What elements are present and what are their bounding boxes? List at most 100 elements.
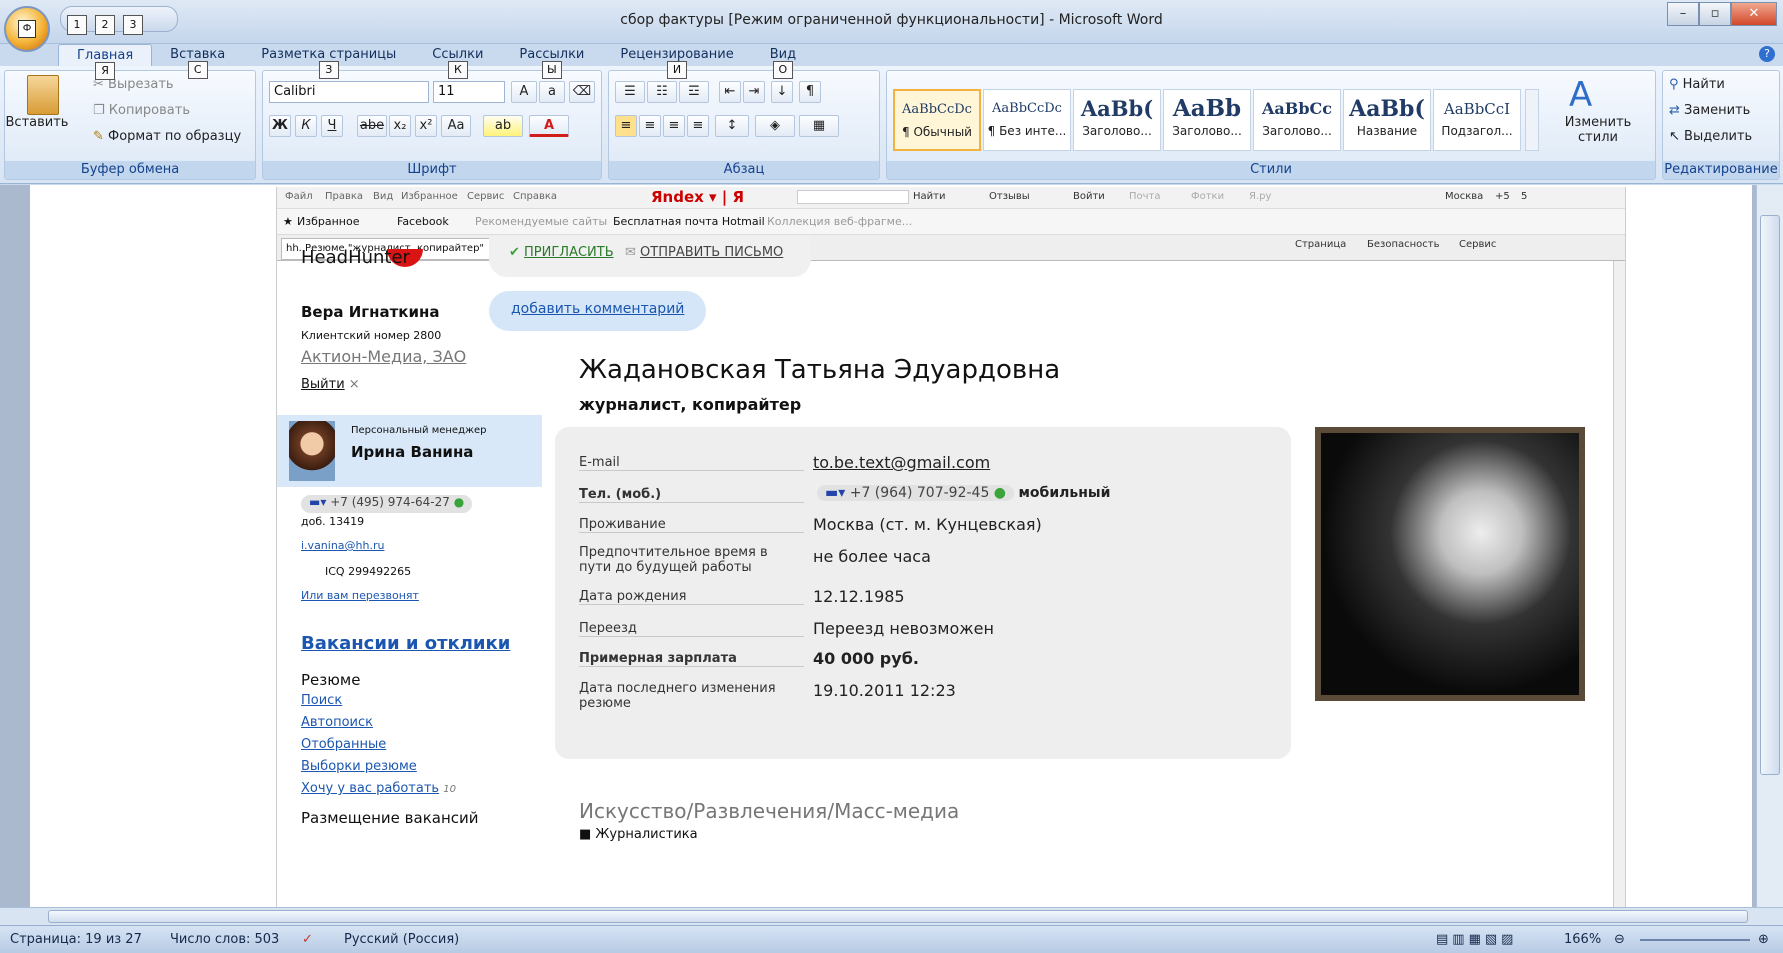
field-value-email[interactable]: to.be.text@gmail.com bbox=[813, 453, 990, 472]
increase-indent-icon[interactable]: ⇥ bbox=[743, 81, 765, 103]
highlight-icon[interactable]: ab bbox=[483, 115, 523, 137]
align-center-icon[interactable]: ≡ bbox=[639, 115, 661, 137]
callback-link[interactable]: Или вам перезвонят bbox=[301, 589, 419, 602]
yandex-search-field bbox=[797, 190, 909, 204]
group-styles: AaBbCcDc ¶ Обычный AaBbCcDc ¶ Без инте... … bbox=[886, 70, 1656, 180]
close-icon[interactable]: ✕ bbox=[1731, 2, 1777, 26]
font-size-select[interactable]: 11 bbox=[433, 81, 505, 103]
cmd-security: Безопасность bbox=[1367, 239, 1440, 250]
replace-button[interactable]: ⇄ Заменить bbox=[1669, 103, 1750, 118]
favorites-bar: ★ Избранное Facebook Рекомендуемые сайты… bbox=[277, 209, 1625, 235]
style-title[interactable]: AaBb(Название bbox=[1343, 89, 1431, 151]
copy-button[interactable]: ❐ Копировать bbox=[93, 103, 190, 118]
style-normal[interactable]: AaBbCcDc ¶ Обычный bbox=[893, 89, 981, 151]
borders-icon[interactable]: ▦ bbox=[799, 115, 839, 137]
nav-selected[interactable]: Отобранные bbox=[301, 737, 386, 752]
decrease-indent-icon[interactable]: ⇤ bbox=[719, 81, 741, 103]
tab-label: Главная bbox=[77, 48, 134, 63]
style-no-spacing[interactable]: AaBbCcDc ¶ Без инте... bbox=[983, 89, 1071, 151]
tab-page-layout[interactable]: Разметка страницы З bbox=[243, 44, 414, 79]
strikethrough-button[interactable]: abe bbox=[357, 115, 387, 137]
view-buttons[interactable]: ▤▥▦▧▨ bbox=[1436, 932, 1517, 947]
browser-scrollbar bbox=[1613, 261, 1625, 907]
manager-email[interactable]: i.vanina@hh.ru bbox=[301, 539, 384, 552]
change-styles-button[interactable]: Изменить стили bbox=[1553, 115, 1643, 145]
numbering-icon[interactable]: ☷ bbox=[647, 81, 677, 103]
want-work-label: Хочу у вас работать bbox=[301, 781, 440, 796]
office-button[interactable]: Ф bbox=[4, 6, 50, 52]
fav-suggested: Рекомендуемые сайты bbox=[475, 215, 608, 228]
find-button[interactable]: ⚲ Найти bbox=[1669, 77, 1725, 92]
font-color-icon[interactable]: A bbox=[529, 115, 569, 137]
pilcrow-icon[interactable]: ¶ bbox=[799, 81, 821, 103]
zoom-out-icon[interactable]: ⊖ bbox=[1614, 932, 1625, 947]
zoom-slider[interactable] bbox=[1640, 939, 1750, 941]
multilevel-icon[interactable]: ☲ bbox=[679, 81, 709, 103]
style-heading-2[interactable]: AaBb Заголово... bbox=[1163, 89, 1251, 151]
shading-icon[interactable]: ◈ bbox=[755, 115, 795, 137]
tab-insert[interactable]: Вставка С bbox=[152, 44, 243, 79]
style-subtitle[interactable]: AaBbCcI Подзагол... bbox=[1433, 89, 1521, 151]
style-heading-3[interactable]: AaBbCc Заголово... bbox=[1253, 89, 1341, 151]
subscript-button[interactable]: x₂ bbox=[389, 115, 411, 137]
maximize-icon[interactable]: ▫ bbox=[1699, 2, 1731, 26]
group-label: Стили bbox=[887, 161, 1655, 179]
add-comment-button[interactable]: добавить комментарий bbox=[489, 291, 707, 331]
grow-font-icon[interactable]: A bbox=[511, 81, 537, 103]
group-label: Шрифт bbox=[263, 161, 601, 179]
nav-search[interactable]: Поиск bbox=[301, 693, 342, 708]
help-icon[interactable]: ? bbox=[1759, 46, 1775, 62]
page-count[interactable]: Страница: 19 из 27 bbox=[10, 932, 142, 947]
clear-format-icon[interactable]: ⌫ bbox=[569, 81, 595, 103]
shrink-font-icon[interactable]: a bbox=[539, 81, 565, 103]
company-link[interactable]: Актион-Медиа, ЗАО bbox=[301, 347, 466, 366]
style-preview: AaBbCcDc bbox=[902, 102, 972, 117]
bullets-icon[interactable]: ☰ bbox=[615, 81, 645, 103]
spellcheck-icon[interactable]: ✓ bbox=[302, 932, 313, 947]
superscript-button[interactable]: x² bbox=[415, 115, 437, 137]
word-count[interactable]: Число слов: 503 bbox=[170, 932, 279, 947]
vertical-scroll-thumb[interactable] bbox=[1760, 215, 1780, 775]
nav-want-work[interactable]: Хочу у вас работать 10 bbox=[301, 781, 456, 796]
tab-references[interactable]: Ссылки К bbox=[414, 44, 501, 79]
zoom-in-icon[interactable]: ⊕ bbox=[1758, 932, 1769, 947]
change-case-button[interactable]: Aa bbox=[441, 115, 471, 137]
menu-edit: Правка bbox=[325, 191, 364, 202]
horizontal-scrollbar[interactable] bbox=[0, 907, 1783, 925]
style-heading-1[interactable]: AaBb(Заголово... bbox=[1073, 89, 1161, 151]
field-value-relocation: Переезд невозможен bbox=[813, 619, 994, 638]
tab-home[interactable]: Главная Я bbox=[58, 44, 153, 80]
select-button[interactable]: ↖ Выделить bbox=[1669, 129, 1752, 144]
style-name: Название bbox=[1356, 124, 1418, 138]
horizontal-scroll-thumb[interactable] bbox=[48, 910, 1748, 923]
tab-mailings[interactable]: Рассылки Ы bbox=[501, 44, 602, 79]
font-name-select[interactable]: Calibri bbox=[269, 81, 429, 103]
bold-button[interactable]: Ж bbox=[269, 115, 291, 137]
change-styles-icon[interactable]: A bbox=[1569, 75, 1592, 115]
candidate-title: журналист, копирайтер bbox=[579, 395, 802, 414]
line-spacing-icon[interactable]: ↕ bbox=[715, 115, 749, 137]
vacancies-heading[interactable]: Вакансии и отклики bbox=[301, 633, 510, 654]
language[interactable]: Русский (Россия) bbox=[344, 932, 459, 947]
tab-review[interactable]: Рецензирование И bbox=[602, 44, 751, 79]
tab-view[interactable]: Вид О bbox=[752, 44, 814, 79]
cmd-page: Страница bbox=[1295, 239, 1347, 250]
align-right-icon[interactable]: ≡ bbox=[663, 115, 685, 137]
italic-button[interactable]: К bbox=[295, 115, 317, 137]
send-letter-link[interactable]: ✉ ОТПРАВИТЬ ПИСЬМО bbox=[625, 245, 783, 260]
minimize-icon[interactable]: – bbox=[1667, 2, 1699, 26]
invite-link[interactable]: ✔ ПРИГЛАСИТЬ bbox=[509, 245, 614, 260]
nav-autosearch[interactable]: Автопоиск bbox=[301, 715, 373, 730]
styles-scroll[interactable] bbox=[1525, 89, 1539, 151]
align-left-icon[interactable]: ≡ bbox=[615, 115, 637, 137]
paste-icon[interactable] bbox=[27, 75, 59, 115]
justify-icon[interactable]: ≡ bbox=[687, 115, 709, 137]
sort-icon[interactable]: ↓ bbox=[771, 81, 793, 103]
zoom-level[interactable]: 166% bbox=[1564, 932, 1601, 947]
paste-button[interactable]: Вставить bbox=[5, 115, 69, 130]
format-painter-button[interactable]: ✎ Формат по образцу bbox=[93, 129, 241, 144]
nav-samples[interactable]: Выборки резюме bbox=[301, 759, 417, 774]
logout-link[interactable]: Выйти × bbox=[301, 377, 360, 392]
vertical-scrollbar[interactable] bbox=[1756, 185, 1783, 907]
underline-button[interactable]: Ч bbox=[321, 115, 343, 137]
